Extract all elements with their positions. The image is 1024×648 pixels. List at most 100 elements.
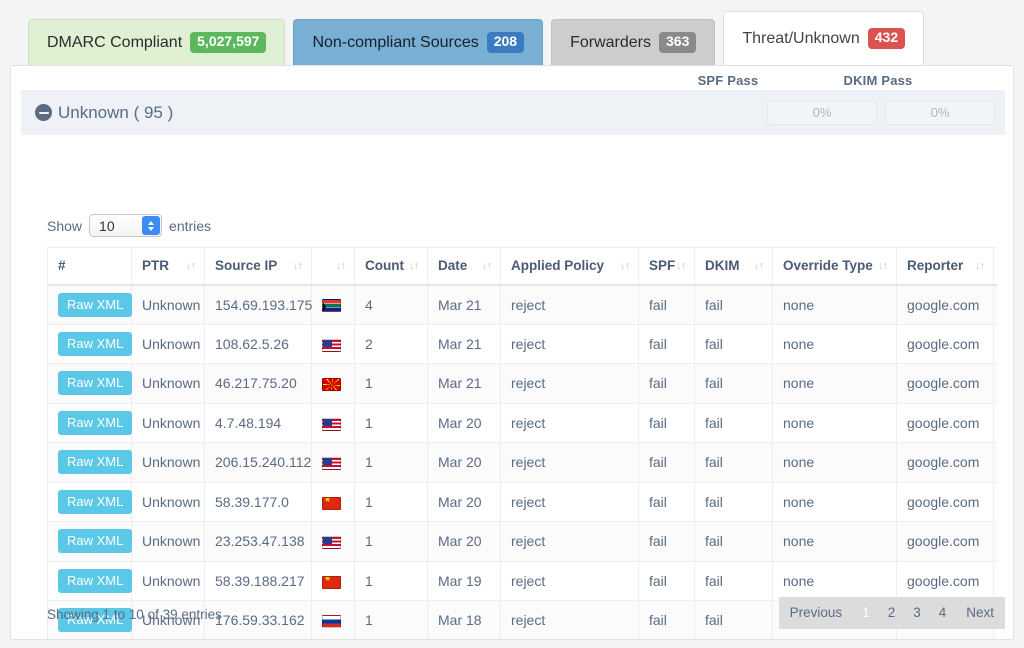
raw-xml-button[interactable]: Raw XML <box>58 490 132 514</box>
tab-dmarc-compliant[interactable]: DMARC Compliant5,027,597 <box>28 19 285 65</box>
cell-source-ip: 23.253.47.138 <box>205 522 312 562</box>
cell-dkim: fail <box>695 364 773 404</box>
column-header-reporter[interactable]: Reporter↓↑ <box>897 248 994 285</box>
raw-xml-button[interactable]: Raw XML <box>58 569 132 593</box>
tab-label: Non-compliant Sources <box>312 34 478 52</box>
cell-country-flag <box>312 443 355 483</box>
sort-icon[interactable]: ↓↑ <box>676 260 685 272</box>
cell-dkim: fail <box>695 561 773 601</box>
column-header-flag[interactable]: ↓↑ <box>312 248 355 285</box>
sort-icon[interactable]: ↓↑ <box>186 260 195 272</box>
table-row[interactable]: Raw XMLUnknown58.39.177.01Mar 20rejectfa… <box>48 482 998 522</box>
column-header-date[interactable]: Date↓↑ <box>428 248 501 285</box>
cell-applied-policy: reject <box>501 324 639 364</box>
column-header-label: SPF <box>649 258 675 273</box>
cell-country-flag <box>312 364 355 404</box>
raw-xml-button[interactable]: Raw XML <box>58 450 132 474</box>
sort-icon[interactable]: ↓↑ <box>409 260 418 272</box>
cell-override-type: none <box>773 522 897 562</box>
cell-country-flag <box>312 403 355 443</box>
raw-xml-button[interactable]: Raw XML <box>58 371 132 395</box>
cell-count: 2 <box>355 324 428 364</box>
cell-action: Raw XML <box>48 285 132 325</box>
sort-icon[interactable]: ↓↑ <box>754 260 763 272</box>
pagination-page-2[interactable]: 2 <box>879 597 905 629</box>
column-header-label: # <box>58 258 66 273</box>
sort-icon[interactable]: ↓↑ <box>482 260 491 272</box>
cell-ptr: Unknown <box>132 443 205 483</box>
pagination-page-3[interactable]: 3 <box>904 597 930 629</box>
cell-overflow <box>994 482 998 522</box>
column-header-col0[interactable]: # <box>48 248 132 285</box>
cell-ptr: Unknown <box>132 403 205 443</box>
cell-reporter: google.com <box>897 403 994 443</box>
cell-overflow <box>994 561 998 601</box>
table-row[interactable]: Raw XMLUnknown4.7.48.1941Mar 20rejectfai… <box>48 403 998 443</box>
cell-action: Raw XML <box>48 443 132 483</box>
pagination-next[interactable]: Next <box>955 597 1005 629</box>
table-row[interactable]: Raw XMLUnknown154.69.193.1754Mar 21rejec… <box>48 285 998 325</box>
page-length-value: 10 <box>90 218 115 234</box>
cell-ptr: Unknown <box>132 285 205 325</box>
column-header-label: DKIM <box>705 258 740 273</box>
column-header-s[interactable]: S↓↑ <box>994 248 998 285</box>
column-header-count[interactable]: Count↓↑ <box>355 248 428 285</box>
column-header-override-type[interactable]: Override Type↓↑ <box>773 248 897 285</box>
sort-icon[interactable]: ↓↑ <box>620 260 629 272</box>
pagination-page-4[interactable]: 4 <box>930 597 956 629</box>
sort-icon[interactable]: ↓↑ <box>878 260 887 272</box>
minus-circle-icon[interactable] <box>35 104 52 121</box>
raw-xml-button[interactable]: Raw XML <box>58 529 132 553</box>
cell-override-type: none <box>773 561 897 601</box>
group-title-wrap: Unknown ( 95 ) <box>35 103 173 123</box>
table-row[interactable]: Raw XMLUnknown23.253.47.1381Mar 20reject… <box>48 522 998 562</box>
cell-dkim: fail <box>695 403 773 443</box>
dkim-pass-bar: 0% <box>885 101 995 125</box>
cell-count: 1 <box>355 522 428 562</box>
pagination-page-1[interactable]: 1 <box>853 597 879 629</box>
pass-rate-bars: 0% 0% <box>767 101 1005 125</box>
column-header-source-ip[interactable]: Source IP↓↑ <box>205 248 312 285</box>
cell-source-ip: 46.217.75.20 <box>205 364 312 404</box>
raw-xml-button[interactable]: Raw XML <box>58 411 132 435</box>
pagination-previous[interactable]: Previous <box>779 597 854 629</box>
cell-reporter: google.com <box>897 285 994 325</box>
data-table-scroll[interactable]: #PTR↓↑Source IP↓↑↓↑Count↓↑Date↓↑Applied … <box>47 247 997 640</box>
page-length-select[interactable]: 10 <box>89 214 162 237</box>
raw-xml-button[interactable]: Raw XML <box>58 332 132 356</box>
tab-forwarders[interactable]: Forwarders363 <box>551 19 715 65</box>
sort-icon[interactable]: ↓↑ <box>975 260 984 272</box>
sort-icon[interactable]: ↓↑ <box>293 260 302 272</box>
cell-overflow <box>994 324 998 364</box>
raw-xml-button[interactable]: Raw XML <box>58 293 132 317</box>
column-header-label: Applied Policy <box>511 258 604 273</box>
group-header-unknown[interactable]: Unknown ( 95 ) 0% 0% <box>21 90 1005 135</box>
table-row[interactable]: Raw XMLUnknown206.15.240.1121Mar 20rejec… <box>48 443 998 483</box>
cell-ptr: Unknown <box>132 324 205 364</box>
sort-icon[interactable]: ↓↑ <box>336 260 345 272</box>
cell-dkim: fail <box>695 482 773 522</box>
table-head: #PTR↓↑Source IP↓↑↓↑Count↓↑Date↓↑Applied … <box>48 248 998 285</box>
stepper-icon[interactable] <box>142 216 160 235</box>
cell-applied-policy: reject <box>501 561 639 601</box>
flag-us-icon <box>322 536 341 549</box>
column-header-ptr[interactable]: PTR ↓↑ <box>132 248 205 285</box>
cell-reporter: google.com <box>897 364 994 404</box>
table-row[interactable]: Raw XMLUnknown58.39.188.2171Mar 19reject… <box>48 561 998 601</box>
table-row[interactable]: Raw XMLUnknown108.62.5.262Mar 21rejectfa… <box>48 324 998 364</box>
tab-threat-unknown[interactable]: Threat/Unknown432 <box>723 11 924 65</box>
table-row[interactable]: Raw XMLUnknown46.217.75.201Mar 21rejectf… <box>48 364 998 404</box>
flag-cn-icon <box>322 576 341 589</box>
column-header-label: PTR <box>142 258 169 273</box>
cell-applied-policy: reject <box>501 364 639 404</box>
cell-source-ip: 206.15.240.112 <box>205 443 312 483</box>
column-header-dkim[interactable]: DKIM ↓↑ <box>695 248 773 285</box>
column-header-applied-policy[interactable]: Applied Policy ↓↑ <box>501 248 639 285</box>
column-header-spf[interactable]: SPF↓↑ <box>639 248 695 285</box>
flag-us-icon <box>322 339 341 352</box>
cell-overflow <box>994 403 998 443</box>
cell-count: 1 <box>355 443 428 483</box>
tab-non-compliant-sources[interactable]: Non-compliant Sources208 <box>293 19 543 65</box>
cell-action: Raw XML <box>48 403 132 443</box>
cell-count: 1 <box>355 364 428 404</box>
